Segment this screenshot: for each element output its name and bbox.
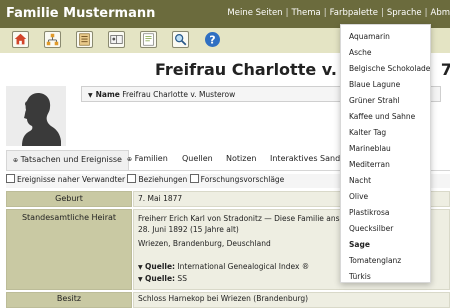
tab-notes[interactable]: Notizen — [226, 154, 256, 163]
menu-theme[interactable]: Thema — [291, 8, 320, 18]
expand-triangle-icon[interactable]: ▼ — [82, 88, 96, 104]
palette-option-asche[interactable]: Asche — [349, 48, 372, 57]
checkbox-relationships[interactable] — [127, 174, 136, 183]
menu-palette[interactable]: Farbpalette — [330, 8, 378, 18]
palette-option-tuerkis[interactable]: Türkis — [349, 272, 371, 281]
source-prefix: Quelle: — [145, 262, 175, 271]
menu-my-pages[interactable]: Meine Seiten — [227, 8, 282, 18]
checkbox-research-suggestions[interactable] — [190, 174, 199, 183]
palette-option-kaffee-und-sahne[interactable]: Kaffee und Sahne — [349, 112, 415, 121]
palette-option-belgische-schokolade[interactable]: Belgische Schokolade — [349, 64, 430, 73]
label-research-suggestions: Forschungsvorschläge — [201, 175, 285, 184]
palette-option-kalter-tag[interactable]: Kalter Tag — [349, 128, 386, 137]
palette-option-quecksilber[interactable]: Quecksilber — [349, 224, 393, 233]
name-value: Freifrau Charlotte v. Musterow — [122, 90, 235, 99]
site-title[interactable]: Familie Mustermann — [6, 6, 155, 21]
menu-logout[interactable]: Abm — [431, 8, 450, 18]
search-icon[interactable] — [172, 31, 189, 48]
palette-option-marineblau[interactable]: Marineblau — [349, 144, 391, 153]
palette-option-mediterran[interactable]: Mediterran — [349, 160, 390, 169]
label-relationships: Beziehungen — [138, 175, 187, 184]
person-silhouette — [6, 86, 66, 146]
palette-option-blaue-lagune[interactable]: Blaue Lagune — [349, 80, 400, 89]
palette-dropdown-menu: Aquamarin Asche Belgische Schokolade Bla… — [340, 24, 431, 283]
name-label: Name — [96, 90, 120, 99]
checkbox-close-relatives[interactable] — [6, 174, 15, 183]
fact-label-birth: Geburt — [6, 191, 132, 207]
palette-option-plastikrosa[interactable]: Plastikrosa — [349, 208, 390, 217]
palette-option-sage-selected[interactable]: Sage — [349, 240, 370, 249]
palette-option-tomatenglanz[interactable]: Tomatenglanz — [349, 256, 401, 265]
address-book-icon[interactable] — [108, 31, 125, 48]
tab-families[interactable]: ⊕ Familien — [127, 154, 168, 163]
palette-option-aquamarin[interactable]: Aquamarin — [349, 32, 390, 41]
fact-label-property: Besitz — [6, 292, 132, 308]
tab-facts-events[interactable]: ⊕ Tatsachen und Ereignisse — [6, 150, 129, 170]
list-icon[interactable] — [76, 31, 93, 48]
palette-option-gruener-strahl[interactable]: Grüner Strahl — [349, 96, 400, 105]
top-menu: Meine Seiten|Thema|Farbpalette|Sprache|A… — [227, 8, 450, 18]
label-close-relatives: Ereignisse naher Verwandter — [17, 175, 125, 184]
menu-language[interactable]: Sprache — [387, 8, 422, 18]
document-icon[interactable] — [140, 31, 157, 48]
home-icon[interactable] — [12, 31, 29, 48]
palette-option-olive[interactable]: Olive — [349, 192, 368, 201]
fact-value-property: Schloss Harnekop bei Wriezen (Brandenbur… — [133, 292, 450, 308]
tab-sources[interactable]: Quellen — [182, 154, 213, 163]
help-icon[interactable]: ? — [204, 31, 221, 48]
tab-interactive-hourglass[interactable]: Interaktives Sanduh — [270, 154, 350, 163]
palette-option-nacht[interactable]: Nacht — [349, 176, 371, 185]
family-tree-icon[interactable] — [44, 31, 61, 48]
svg-text:?: ? — [209, 34, 215, 47]
source-prefix: Quelle: — [145, 274, 175, 283]
fact-label-civil-marriage: Standesamtliche Heirat — [6, 209, 132, 290]
